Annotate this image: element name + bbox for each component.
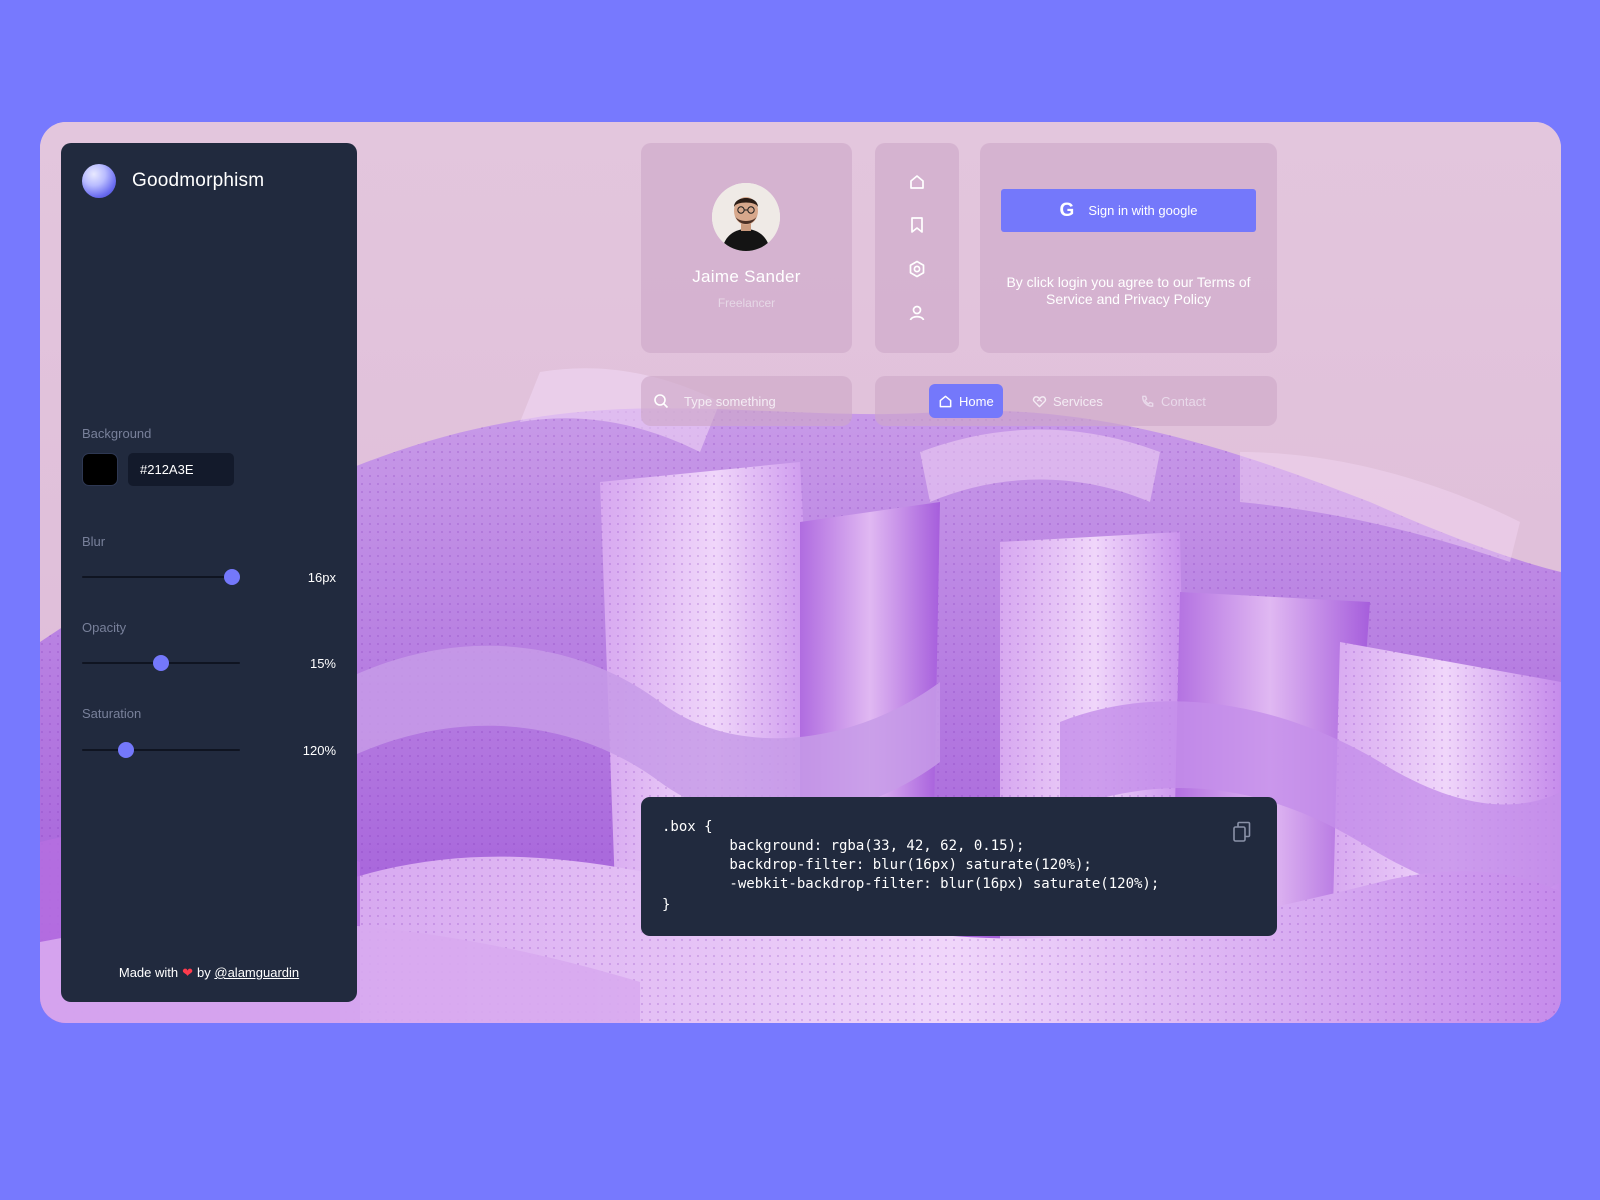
brand-logo: [82, 164, 116, 198]
sidebar: Goodmorphism Background #212A3E Blur 16p…: [61, 143, 357, 1002]
profile-card: Jaime Sander Freelancer: [641, 143, 852, 353]
phone-icon: [1142, 395, 1154, 407]
saturation-slider-thumb[interactable]: [118, 742, 135, 758]
nav-services-label: Services: [1053, 393, 1103, 409]
heart-icon: ❤: [182, 965, 194, 980]
saturation-label: Saturation: [82, 706, 142, 721]
code-line: }: [662, 897, 671, 913]
nav-contact-label: Contact: [1161, 393, 1206, 409]
heart-handshake-icon: [1032, 395, 1047, 407]
blur-slider-track: [82, 576, 240, 578]
icon-bar: [875, 143, 959, 353]
user-icon[interactable]: [907, 303, 927, 323]
background-hex-input[interactable]: #212A3E: [128, 453, 234, 486]
blur-label: Blur: [82, 534, 106, 549]
search-box: [641, 376, 852, 426]
footer-credit: Made with ❤ by @alamguardin: [61, 965, 357, 981]
blur-slider-thumb[interactable]: [224, 569, 241, 585]
saturation-slider-track: [82, 749, 240, 751]
code-line: backdrop-filter: blur(16px) saturate(120…: [662, 857, 1092, 873]
preview-frame: Goodmorphism Background #212A3E Blur 16p…: [40, 122, 1561, 1023]
author-link[interactable]: @alamguardin: [214, 965, 299, 980]
profile-name: Jaime Sander: [692, 267, 801, 286]
opacity-slider-thumb[interactable]: [153, 655, 169, 671]
home-icon: [939, 395, 952, 407]
saturation-slider[interactable]: [82, 740, 240, 760]
saturation-value: 120%: [302, 743, 336, 758]
background-color-swatch[interactable]: [82, 453, 118, 486]
opacity-slider[interactable]: [82, 653, 240, 673]
blur-value: 16px: [307, 570, 336, 585]
css-code-block: .box { background: rgba(33, 42, 62, 0.15…: [641, 797, 1277, 936]
login-terms: By click login you agree to our Terms of…: [1006, 274, 1251, 307]
search-input[interactable]: [684, 390, 844, 412]
nav-home-label: Home: [959, 393, 994, 409]
brand[interactable]: Goodmorphism: [82, 163, 264, 199]
search-icon: [653, 393, 669, 409]
home-icon[interactable]: [907, 172, 927, 192]
background-label: Background: [82, 426, 152, 441]
code-line: background: rgba(33, 42, 62, 0.15);: [662, 838, 1025, 854]
blur-slider[interactable]: [82, 567, 241, 587]
login-card: G Sign in with google By click login you…: [980, 143, 1277, 353]
google-sign-in-button[interactable]: G Sign in with google: [1001, 189, 1256, 232]
profile-role: Freelancer: [717, 296, 776, 310]
settings-icon[interactable]: [907, 259, 927, 279]
google-icon: G: [1059, 199, 1075, 221]
google-sign-in-label: Sign in with google: [1088, 203, 1198, 218]
code-line: .box {: [662, 819, 713, 835]
opacity-value: 15%: [309, 656, 336, 671]
app-title: Goodmorphism: [132, 170, 265, 191]
bookmark-icon[interactable]: [907, 215, 927, 235]
copy-icon[interactable]: [1231, 820, 1253, 844]
nav-services[interactable]: Services: [1023, 384, 1112, 418]
footer-by: by: [197, 965, 211, 980]
avatar: [712, 183, 780, 251]
footer-made-with: Made with: [118, 965, 179, 980]
opacity-label: Opacity: [82, 620, 127, 635]
code-line: -webkit-backdrop-filter: blur(16px) satu…: [662, 876, 1160, 892]
nav-home[interactable]: Home: [929, 384, 1003, 418]
nav-bar: Home Services Contact: [875, 376, 1277, 426]
nav-contact[interactable]: Contact: [1131, 384, 1215, 418]
